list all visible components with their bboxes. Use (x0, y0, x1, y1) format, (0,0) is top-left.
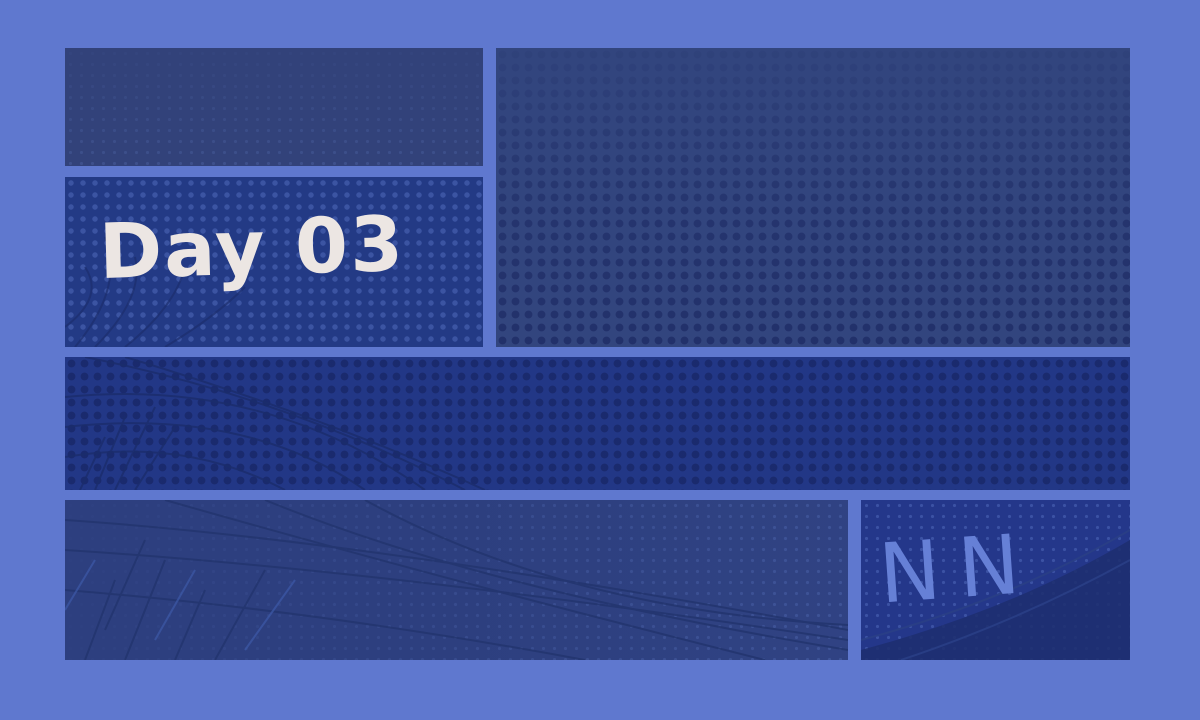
panel-shade (65, 500, 848, 660)
panel-day: Day 03 (65, 177, 483, 347)
panel-shade (65, 48, 483, 166)
panel-bottom-right: NN (861, 500, 1130, 660)
panel-top-left (65, 48, 483, 166)
panel-middle-wide (65, 357, 1130, 490)
corner-mark: NN (875, 516, 1041, 623)
panel-top-right (496, 48, 1130, 347)
panel-bottom-left (65, 500, 848, 660)
panel-shade (496, 48, 1130, 347)
comic-layout: Day 03 NN (0, 0, 1200, 720)
swirl-lines (65, 357, 486, 490)
day-title: Day 03 (97, 199, 406, 296)
